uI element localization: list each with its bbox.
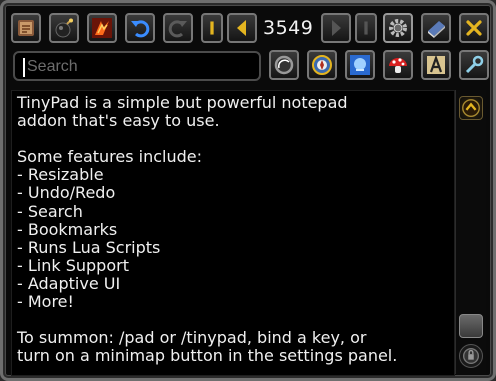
settings-button[interactable] bbox=[383, 13, 413, 43]
search-input[interactable] bbox=[27, 56, 252, 78]
note-line: - Adaptive UI bbox=[17, 273, 121, 293]
lock-button[interactable] bbox=[383, 50, 413, 80]
scroll-icon bbox=[18, 20, 34, 36]
note-line: - Resizable bbox=[17, 165, 104, 185]
round-search-icon bbox=[274, 55, 294, 75]
frost-face-icon bbox=[350, 55, 370, 75]
font-button[interactable] bbox=[307, 50, 337, 80]
lock-icon bbox=[462, 347, 480, 365]
editor-scrollbar[interactable] bbox=[455, 90, 486, 374]
note-line: To summon: /pad or /tinypad, bind a key,… bbox=[17, 328, 367, 348]
note-line: - Bookmarks bbox=[17, 219, 118, 239]
search-box bbox=[13, 51, 261, 81]
lock-toggle[interactable] bbox=[459, 344, 483, 368]
link-icon bbox=[465, 55, 484, 74]
note-line bbox=[17, 311, 449, 329]
note-editor[interactable]: TinyPad is a simple but powerful notepad… bbox=[11, 90, 455, 376]
text-caret bbox=[23, 58, 25, 77]
toolbar: 3549 bbox=[11, 9, 491, 47]
font-face-button[interactable] bbox=[421, 50, 451, 80]
run-script-button[interactable] bbox=[87, 13, 117, 43]
letter-a-icon bbox=[427, 54, 445, 74]
note-counter: 3549 bbox=[263, 17, 314, 39]
book-icon bbox=[428, 21, 445, 38]
note-line: - Runs Lua Scripts bbox=[17, 237, 161, 257]
last-page-icon bbox=[364, 21, 368, 35]
mushroom-icon bbox=[389, 58, 407, 73]
next-page-icon bbox=[332, 20, 341, 36]
next-page-button[interactable] bbox=[321, 13, 351, 43]
previous-page-icon bbox=[237, 20, 246, 36]
last-page-button[interactable] bbox=[355, 13, 377, 43]
previous-page-button[interactable] bbox=[227, 13, 257, 43]
fire-rune-icon bbox=[92, 18, 112, 38]
undo-arrow-icon bbox=[131, 20, 150, 38]
scroll-up-button[interactable] bbox=[459, 96, 483, 120]
close-icon bbox=[466, 20, 482, 36]
note-line: turn on a minimap button in the settings… bbox=[17, 346, 398, 366]
compass-icon bbox=[312, 55, 332, 75]
undo-button[interactable] bbox=[125, 13, 155, 43]
font-size-button[interactable] bbox=[345, 50, 375, 80]
note-line: TinyPad is a simple but powerful notepad bbox=[17, 93, 348, 112]
search-row bbox=[11, 50, 491, 84]
close-button[interactable] bbox=[459, 13, 489, 43]
search-option-button[interactable] bbox=[269, 50, 299, 80]
resize-grip-icon bbox=[460, 315, 482, 337]
resize-grip[interactable] bbox=[459, 314, 483, 338]
first-page-button[interactable] bbox=[201, 13, 223, 43]
scroll-up-icon bbox=[462, 99, 480, 117]
tinypad-window: 3549 Search TinyPad is a simple but powe… bbox=[0, 0, 496, 381]
note-line: - More! bbox=[17, 292, 74, 312]
note-line: - Search bbox=[17, 201, 83, 221]
new-note-button[interactable] bbox=[11, 13, 41, 43]
redo-button[interactable] bbox=[163, 13, 193, 43]
note-line: - Undo/Redo bbox=[17, 183, 116, 203]
note-line: Some features include: bbox=[17, 147, 203, 167]
bookmarks-button[interactable] bbox=[421, 13, 451, 43]
redo-arrow-icon bbox=[168, 20, 187, 38]
link-button[interactable] bbox=[459, 50, 489, 80]
note-line: addon that's easy to use. bbox=[17, 111, 220, 131]
bomb-icon bbox=[55, 18, 73, 38]
note-line: - Link Support bbox=[17, 255, 129, 275]
delete-note-button[interactable] bbox=[49, 13, 79, 43]
note-line bbox=[17, 130, 449, 148]
first-page-icon bbox=[210, 21, 214, 35]
note-text[interactable]: TinyPad is a simple but powerful notepad… bbox=[17, 93, 449, 366]
gear-icon bbox=[389, 19, 407, 37]
